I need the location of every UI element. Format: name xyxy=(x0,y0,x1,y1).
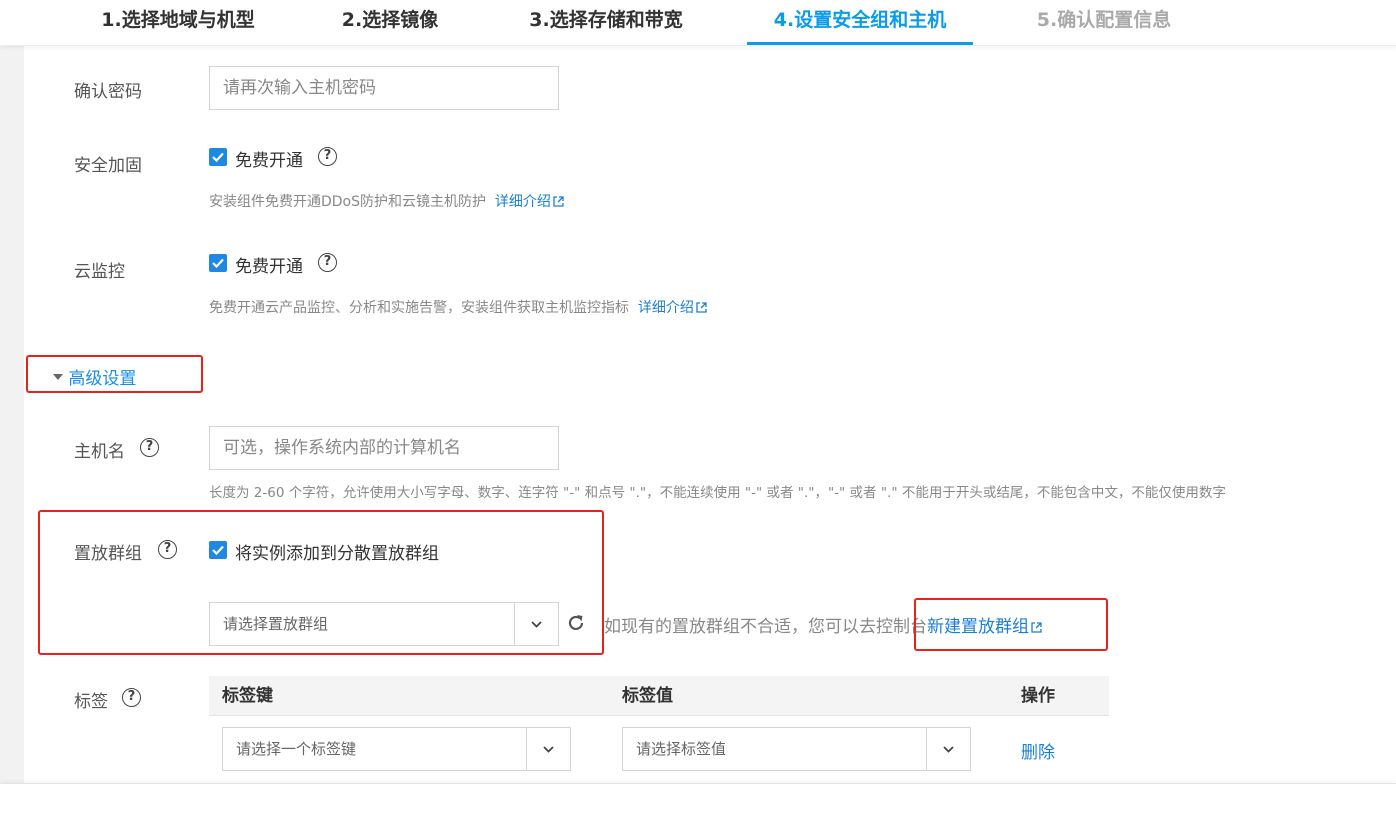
step-3[interactable]: 3.选择存储和带宽 xyxy=(515,0,697,46)
confirm-password-input[interactable]: 请再次输入主机密码 xyxy=(209,66,559,110)
left-gutter xyxy=(0,46,24,783)
step-5: 5.确认配置信息 xyxy=(1036,9,1172,31)
placement-group-select[interactable]: 请选择置放群组 xyxy=(209,602,559,646)
placement-group-checkbox[interactable] xyxy=(209,541,227,559)
advanced-settings-label[interactable]: 高级设置 xyxy=(68,369,136,389)
cloud-monitor-checkbox[interactable] xyxy=(209,254,227,272)
cloud-monitor-checkbox-label[interactable]: 免费开通 xyxy=(235,252,303,277)
check-icon xyxy=(212,545,224,556)
placement-group-hint: 如现有的置放群组不合适，您可以去控制台新建置放群组 xyxy=(604,612,1042,637)
help-icon[interactable]: ? xyxy=(318,147,337,166)
cloud-monitor-detail-link[interactable]: 详细介绍 xyxy=(638,300,694,316)
help-icon[interactable]: ? xyxy=(318,253,337,272)
external-link-icon xyxy=(553,196,564,207)
hostname-hint: 长度为 2-60 个字符，允许使用大小写字母、数字、连字符 "-" 和点号 ".… xyxy=(209,485,1226,501)
help-icon[interactable]: ? xyxy=(122,688,141,707)
tags-column-key: 标签键 xyxy=(222,686,273,706)
tag-key-select[interactable]: 请选择一个标签键 xyxy=(222,727,571,771)
help-icon[interactable]: ? xyxy=(140,438,159,457)
confirm-password-label: 确认密码 xyxy=(74,82,142,102)
tag-value-select-value: 请选择标签值 xyxy=(636,740,727,758)
tags-column-value: 标签值 xyxy=(622,686,673,706)
tag-delete-link[interactable]: 删除 xyxy=(1021,738,1055,763)
placement-group-label: 置放群组 xyxy=(74,544,142,564)
tags-label: 标签 xyxy=(74,692,108,712)
hostname-input[interactable]: 可选，操作系统内部的计算机名 xyxy=(209,426,559,470)
security-hardening-label: 安全加固 xyxy=(74,156,142,176)
chevron-down-icon[interactable] xyxy=(926,728,970,770)
wizard-steps: 1.选择地域与机型 2.选择镜像 3.选择存储和带宽 4.设置安全组和主机 5.… xyxy=(0,0,1396,46)
check-icon xyxy=(212,258,224,269)
hostname-label: 主机名 xyxy=(74,442,125,462)
refresh-icon[interactable] xyxy=(566,613,586,633)
cloud-monitor-label: 云监控 xyxy=(74,262,125,282)
tags-column-action: 操作 xyxy=(1021,686,1055,706)
security-hardening-checkbox[interactable] xyxy=(209,148,227,166)
chevron-down-icon[interactable] xyxy=(514,603,558,645)
step-1[interactable]: 1.选择地域与机型 xyxy=(88,0,268,46)
chevron-down-icon[interactable] xyxy=(526,728,570,770)
placement-group-checkbox-label[interactable]: 将实例添加到分散置放群组 xyxy=(235,539,439,564)
placement-group-select-value: 请选择置放群组 xyxy=(223,615,329,633)
tag-value-select[interactable]: 请选择标签值 xyxy=(622,727,971,771)
step-4-active[interactable]: 4.设置安全组和主机 xyxy=(752,0,968,46)
security-hardening-hint: 安装组件免费开通DDoS防护和云镜主机防护 详细介绍 xyxy=(209,191,564,211)
external-link-icon xyxy=(696,302,707,313)
security-hardening-checkbox-label[interactable]: 免费开通 xyxy=(235,146,303,171)
external-link-icon xyxy=(1031,622,1042,633)
step-2[interactable]: 2.选择镜像 xyxy=(330,0,450,46)
advanced-settings-toggle[interactable]: 高级设置 xyxy=(53,364,136,389)
security-hardening-detail-link[interactable]: 详细介绍 xyxy=(495,194,551,210)
help-icon[interactable]: ? xyxy=(158,540,177,559)
check-icon xyxy=(212,152,224,163)
caret-down-icon xyxy=(53,374,63,380)
bottom-bar xyxy=(0,783,1396,813)
active-step-underline xyxy=(747,42,973,45)
cloud-monitor-hint: 免费开通云产品监控、分析和实施告警，安装组件获取主机监控指标 详细介绍 xyxy=(209,297,707,317)
tag-key-select-value: 请选择一个标签键 xyxy=(236,740,357,758)
tags-table-header: 标签键 标签值 操作 xyxy=(209,676,1109,716)
new-placement-group-link[interactable]: 新建置放群组 xyxy=(927,617,1029,637)
